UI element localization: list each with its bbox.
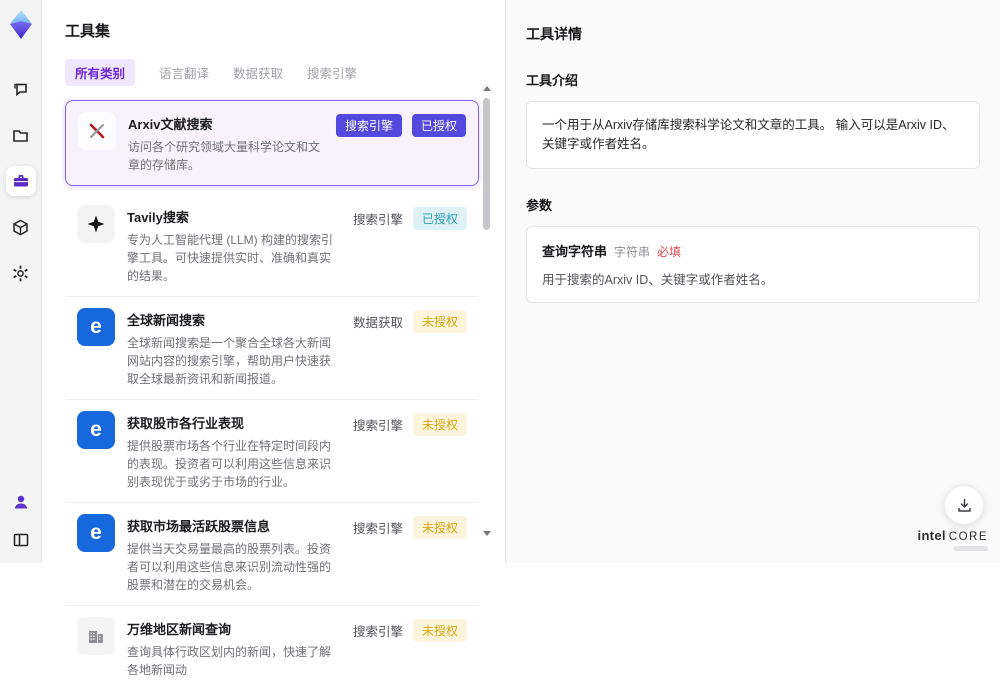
arxiv-icon [78,112,116,150]
tool-item-arxiv[interactable]: Arxiv文献搜索 访问各个研究领域大量科学论文和文章的存储库。 搜索引擎 已授… [65,100,479,186]
param-card: 查询字符串 字符串 必填 用于搜索的Arxiv ID、关键字或作者姓名。 [526,225,980,303]
tool-item-tavily[interactable]: Tavily搜索 专为人工智能代理 (LLM) 构建的搜索引擎工具。可快速提供实… [65,194,479,297]
tab-search-engine[interactable]: 搜索引擎 [307,63,357,82]
tool-name: Tavily搜索 [127,210,189,225]
tool-name: Arxiv文献搜索 [128,117,213,132]
brand-sub-mark [954,546,988,551]
scroll-down-arrow-icon[interactable] [483,531,491,536]
folder-icon [11,126,30,145]
tool-name: 获取股市各行业表现 [127,416,245,431]
tool-name: 获取市场最活跃股票信息 [127,519,271,534]
tool-description: 专为人工智能代理 (LLM) 构建的搜索引擎工具。可快速提供实时、准确和真实的结… [127,233,334,283]
briefcase-icon [12,172,30,190]
tool-item-active-stocks[interactable]: e 获取市场最活跃股票信息 提供当天交易量最高的股票列表。投资者可以利用这些信息… [65,503,479,606]
tool-description: 提供股票市场各个行业在特定时间段内的表现。投资者可以利用这些信息来识别表现优于或… [127,439,332,489]
scroll-up-arrow-icon[interactable] [483,86,491,91]
auth-status-badge: 未授权 [412,619,467,642]
gear-icon [11,264,30,283]
tool-detail-panel: 工具详情 工具介绍 一个用于从Arxiv存储库搜索科学论文和文章的工具。 输入可… [505,0,1000,563]
download-icon [956,497,973,514]
param-required-flag: 必填 [657,244,682,259]
nav-models-button[interactable] [6,212,36,242]
tool-item-regional-news[interactable]: 万维地区新闻查询 查询具体行政区划内的新闻，快速了解各地新闻动 搜索引擎 未授权 [65,606,479,690]
intro-text: 一个用于从Arxiv存储库搜索科学论文和文章的工具。 输入可以是Arxiv ID… [542,118,955,151]
category-badge: 搜索引擎 [335,114,402,137]
tool-name: 全球新闻搜索 [127,313,206,328]
auth-status-badge: 未授权 [412,413,467,436]
params-heading: 参数 [526,197,553,213]
scrollbar-thumb[interactable] [483,98,490,230]
param-description: 用于搜索的Arxiv ID、关键字或作者姓名。 [542,272,774,287]
nav-files-button[interactable] [6,120,36,150]
tool-item-sector-performance[interactable]: e 获取股市各行业表现 提供股票市场各个行业在特定时间段内的表现。投资者可以利用… [65,400,479,503]
auth-status-badge: 未授权 [412,310,467,333]
auth-status-badge: 已授权 [411,114,466,137]
profile-avatar-button[interactable] [6,487,36,517]
chat-icon [11,80,30,99]
building-icon [77,617,115,655]
auth-status-badge: 已授权 [412,207,467,230]
param-name: 查询字符串 [542,243,608,259]
nav-chat-button[interactable] [6,74,36,104]
tool-description: 全球新闻搜索是一个聚合全球各大新闻网站内容的搜索引擎，帮助用户快速获取全球最新资… [127,336,332,386]
list-scrollbar[interactable] [482,86,492,536]
news-logo-icon: e [77,308,115,346]
category-label: 搜索引擎 [352,213,403,227]
tool-list-panel: 工具集 所有类别 语言翻译 数据获取 搜索引擎 Arxiv文献搜索 访问各个研究… [42,0,505,677]
tab-data-fetch[interactable]: 数据获取 [233,63,283,82]
tab-language-translation[interactable]: 语言翻译 [159,63,209,82]
tool-description: 查询具体行政区划内的新闻，快速了解各地新闻动 [127,645,332,677]
news-logo-icon: e [77,411,115,449]
left-rail [0,0,42,563]
category-label: 搜索引擎 [352,625,403,639]
panel-layout-icon [12,531,30,549]
tool-item-global-news[interactable]: e 全球新闻搜索 全球新闻搜索是一个聚合全球各大新闻网站内容的搜索引擎，帮助用户… [65,297,479,400]
cube-icon [11,218,30,237]
page-title: 工具集 [65,23,111,40]
intro-card: 一个用于从Arxiv存储库搜索科学论文和文章的工具。 输入可以是Arxiv ID… [526,101,980,169]
tool-description: 提供当天交易量最高的股票列表。投资者可以利用这些信息来识别流动性强的股票和潜在的… [127,542,332,592]
category-tabs: 所有类别 语言翻译 数据获取 搜索引擎 [65,59,479,86]
tool-list: Arxiv文献搜索 访问各个研究领域大量科学论文和文章的存储库。 搜索引擎 已授… [65,100,479,690]
tavily-star-icon [77,205,115,243]
news-logo-icon: e [77,514,115,552]
collapse-sidebar-button[interactable] [6,525,36,555]
intro-heading: 工具介绍 [526,73,579,88]
param-type: 字符串 [614,244,651,259]
person-icon [12,493,30,511]
category-label: 搜索引擎 [352,522,403,536]
category-label: 搜索引擎 [352,419,403,433]
app-logo [6,8,36,42]
auth-status-badge: 未授权 [412,516,467,539]
tool-name: 万维地区新闻查询 [127,622,232,637]
intel-core-logo: intel CORE [918,528,988,551]
tab-all-categories[interactable]: 所有类别 [65,59,136,86]
download-button[interactable] [944,485,984,525]
nav-tools-button[interactable] [5,166,36,196]
nav-settings-button[interactable] [6,258,36,288]
detail-title: 工具详情 [526,26,582,42]
tool-description: 访问各个研究领域大量科学论文和文章的存储库。 [128,140,321,172]
category-label: 数据获取 [352,316,403,330]
